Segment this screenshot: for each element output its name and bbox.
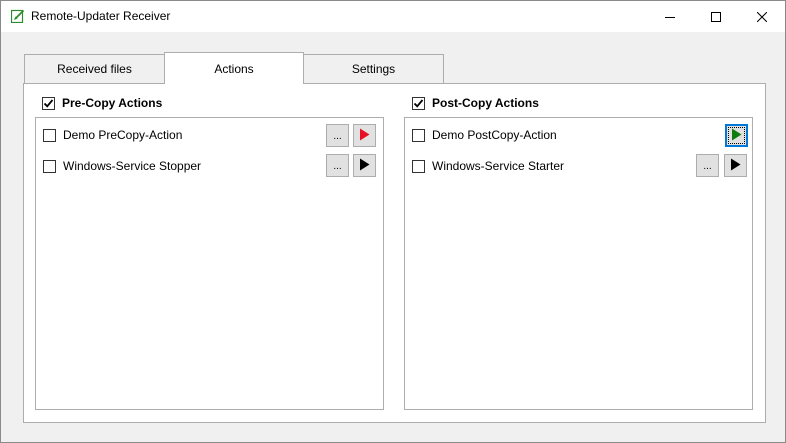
action-checkbox[interactable] bbox=[43, 129, 56, 142]
action-label: Demo PreCopy-Action bbox=[63, 128, 183, 142]
options-button-label: ... bbox=[703, 160, 712, 172]
app-edit-icon bbox=[10, 9, 25, 24]
action-label: Windows-Service Starter bbox=[432, 159, 565, 173]
close-icon bbox=[757, 11, 767, 22]
checkmark-icon bbox=[43, 98, 54, 108]
tab-received-files[interactable]: Received files bbox=[24, 54, 165, 84]
run-action-button[interactable] bbox=[724, 154, 747, 177]
action-label: Windows-Service Stopper bbox=[63, 159, 202, 173]
play-icon bbox=[730, 158, 741, 174]
run-action-button[interactable] bbox=[353, 154, 376, 177]
action-checkbox[interactable] bbox=[43, 160, 56, 173]
tab-settings[interactable]: Settings bbox=[303, 54, 444, 84]
minimize-icon bbox=[665, 12, 675, 22]
list-item: Windows-Service Starter ... bbox=[405, 154, 752, 178]
title-bar[interactable]: Remote-Updater Receiver bbox=[1, 1, 785, 32]
tab-label: Actions bbox=[214, 61, 254, 76]
window-title: Remote-Updater Receiver bbox=[31, 9, 171, 23]
post-copy-action-list[interactable]: Demo PostCopy-Action Windows-Service Sta… bbox=[404, 117, 753, 410]
pre-copy-header[interactable]: Pre-Copy Actions bbox=[42, 96, 162, 110]
action-label: Demo PostCopy-Action bbox=[432, 128, 557, 142]
post-copy-checkbox[interactable] bbox=[412, 96, 425, 110]
options-button-label: ... bbox=[333, 130, 342, 142]
action-checkbox[interactable] bbox=[412, 129, 425, 142]
tab-label: Settings bbox=[351, 62, 396, 76]
action-options-button[interactable]: ... bbox=[326, 124, 349, 147]
action-options-button[interactable]: ... bbox=[326, 154, 349, 177]
list-item: Demo PostCopy-Action bbox=[405, 123, 752, 147]
pre-copy-checkbox[interactable] bbox=[42, 96, 55, 110]
post-copy-header[interactable]: Post-Copy Actions bbox=[412, 96, 539, 110]
checkmark-icon bbox=[413, 98, 424, 108]
tab-actions[interactable]: Actions bbox=[164, 52, 304, 84]
tab-label: Received files bbox=[57, 62, 132, 76]
pre-copy-action-list[interactable]: Demo PreCopy-Action ... Windows-Service … bbox=[35, 117, 384, 410]
action-options-button[interactable]: ... bbox=[696, 154, 719, 177]
list-item: Demo PreCopy-Action ... bbox=[36, 123, 383, 147]
close-button[interactable] bbox=[739, 1, 785, 32]
minimize-button[interactable] bbox=[647, 1, 693, 32]
app-window: Remote-Updater Receiver Received files A… bbox=[0, 0, 786, 443]
list-item: Windows-Service Stopper ... bbox=[36, 154, 383, 178]
play-icon bbox=[359, 128, 370, 144]
play-icon bbox=[731, 128, 742, 144]
maximize-button[interactable] bbox=[693, 1, 739, 32]
options-button-label: ... bbox=[333, 160, 342, 172]
run-action-button[interactable] bbox=[353, 124, 376, 147]
play-icon bbox=[359, 158, 370, 174]
post-copy-label: Post-Copy Actions bbox=[432, 96, 539, 110]
run-action-button[interactable] bbox=[725, 124, 748, 147]
action-checkbox[interactable] bbox=[412, 160, 425, 173]
maximize-icon bbox=[711, 11, 721, 22]
pre-copy-label: Pre-Copy Actions bbox=[62, 96, 163, 110]
